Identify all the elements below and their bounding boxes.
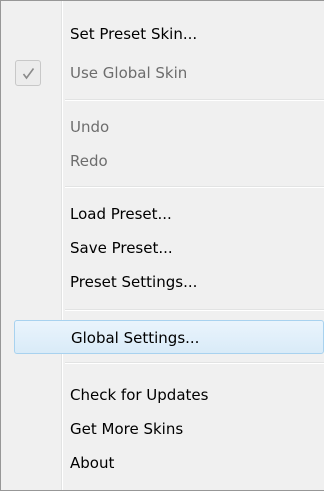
- menu-item-redo[interactable]: Redo: [5, 144, 324, 178]
- menu-separator: [65, 362, 324, 364]
- menu-item-label: Check for Updates: [70, 386, 209, 404]
- menu-item-get-more-skins[interactable]: Get More Skins: [5, 412, 324, 446]
- menu-item-label: Redo: [70, 152, 108, 170]
- menu-item-load-preset[interactable]: Load Preset...: [5, 197, 324, 231]
- menu-item-label: Preset Settings...: [70, 273, 198, 291]
- menu-item-save-preset[interactable]: Save Preset...: [5, 231, 324, 265]
- menu-item-set-preset-skin[interactable]: Set Preset Skin...: [5, 17, 324, 51]
- menu-item-check-for-updates[interactable]: Check for Updates: [5, 378, 324, 412]
- menu-item-undo[interactable]: Undo: [5, 110, 324, 144]
- context-menu: Set Preset Skin... Use Global Skin Undo …: [0, 0, 324, 491]
- menu-separator: [65, 186, 324, 188]
- menu-item-label: Undo: [70, 118, 110, 136]
- menu-item-about[interactable]: About: [5, 446, 324, 480]
- menu-item-preset-settings[interactable]: Preset Settings...: [5, 265, 324, 299]
- menu-item-label: Save Preset...: [70, 239, 173, 257]
- menu-item-use-global-skin[interactable]: Use Global Skin: [5, 56, 324, 90]
- checkmark-icon: [15, 60, 41, 86]
- menu-separator: [65, 309, 324, 311]
- menu-item-label: Global Settings...: [71, 329, 200, 347]
- menu-item-label: Get More Skins: [70, 420, 184, 438]
- menu-item-label: Set Preset Skin...: [70, 25, 198, 43]
- menu-item-label: About: [70, 454, 115, 472]
- menu-item-label: Load Preset...: [70, 205, 172, 223]
- menu-item-global-settings[interactable]: Global Settings...: [14, 320, 324, 354]
- menu-item-label: Use Global Skin: [70, 64, 188, 82]
- menu-separator: [65, 99, 324, 101]
